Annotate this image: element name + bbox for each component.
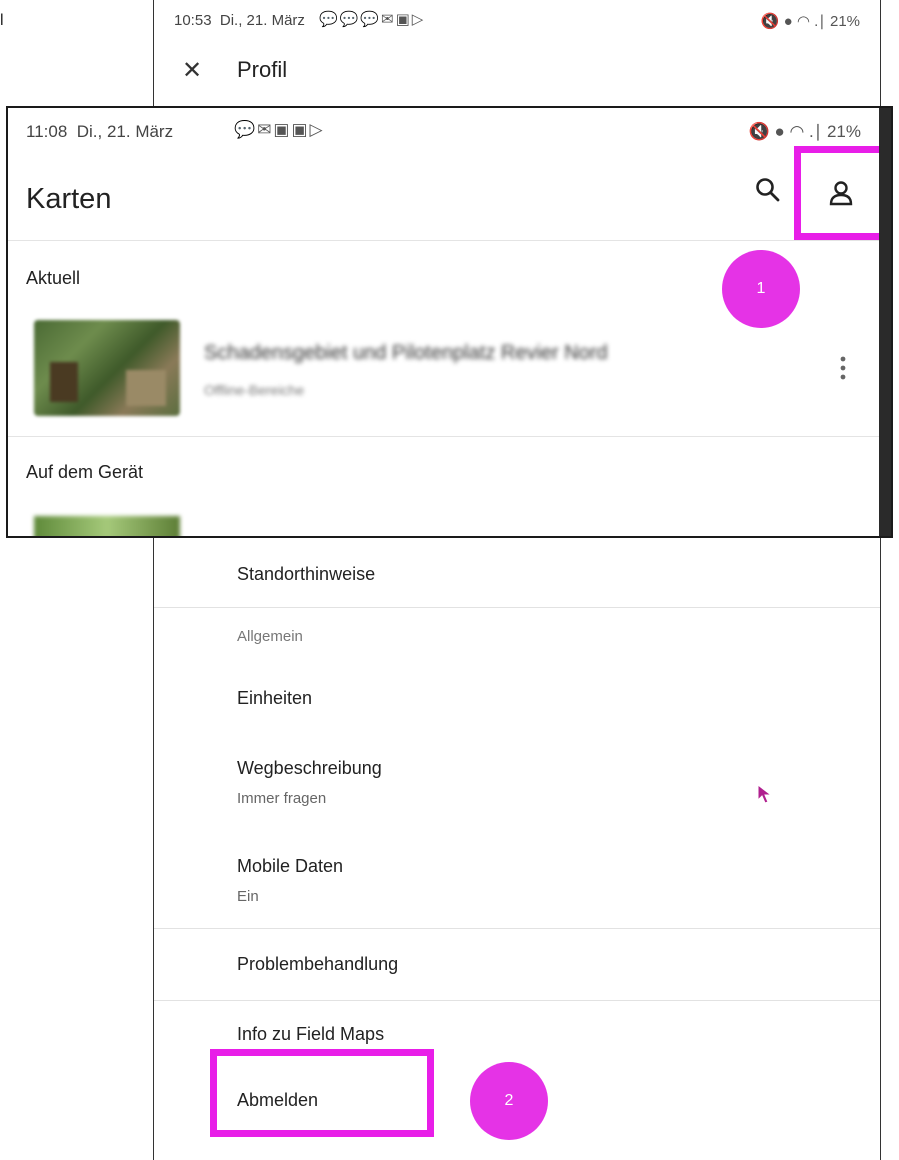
settings-item-value: Immer fragen — [237, 790, 327, 807]
settings-item-label: Einheiten — [237, 688, 313, 708]
profil-header: ✕ Profil — [154, 46, 880, 100]
account-icon — [829, 181, 853, 206]
map-title: Schadensgebiet und Pilotenplatz Revier N… — [204, 342, 608, 364]
status-indicators: 🔇 ● ◠ .∣ 21% — [748, 122, 861, 141]
divider — [154, 928, 880, 929]
settings-item-einheiten[interactable]: Einheiten — [154, 688, 880, 728]
divider — [154, 1000, 880, 1001]
account-button[interactable] — [794, 146, 888, 240]
notification-icons: 💬💬💬✉▣▷ — [319, 11, 426, 28]
search-icon[interactable] — [754, 176, 782, 204]
map-thumbnail — [34, 320, 180, 416]
section-header-allgemein: Allgemein — [237, 628, 303, 645]
settings-item-label: Standorthinweise — [237, 564, 376, 584]
window-edge — [879, 108, 891, 536]
section-header-aktuell: Aktuell — [26, 268, 81, 288]
settings-item-label: Wegbeschreibung — [237, 758, 382, 778]
status-time: 11:08 Di., 21. März — [26, 122, 174, 141]
status-time: 10:53 Di., 21. März — [174, 12, 305, 29]
mouse-cursor-icon — [757, 783, 773, 804]
settings-item-value: Ein — [237, 888, 259, 905]
page-title: Profil — [237, 57, 288, 82]
settings-item-label: Info zu Field Maps — [237, 1024, 385, 1044]
karten-screen: 11:08 Di., 21. März 💬✉▣▣▷ 🔇 ● ◠ .∣ 21% K… — [6, 106, 893, 538]
highlight-box-logout — [210, 1049, 434, 1137]
settings-item-label: Mobile Daten — [237, 856, 344, 876]
divider — [8, 240, 891, 241]
settings-item-mobile-daten[interactable]: Mobile Daten Ein — [154, 856, 880, 920]
settings-item-standorthinweise[interactable]: Standorthinweise — [154, 564, 880, 608]
map-subtitle: Offline-Bereiche — [204, 382, 305, 398]
edge-label: l — [0, 12, 4, 29]
page-title: Karten — [26, 183, 112, 215]
map-thumbnail[interactable] — [34, 516, 180, 536]
status-indicators: 🔇 ● ◠ .∣ 21% — [760, 13, 860, 30]
divider — [154, 607, 880, 608]
status-bar: 10:53 Di., 21. März 💬💬💬✉▣▷ 🔇 ● ◠ .∣ 21% — [154, 8, 880, 36]
step-badge-1: 1 — [722, 250, 800, 328]
section-header-auf-dem-geraet: Auf dem Gerät — [26, 462, 144, 482]
settings-item-label: Problembehandlung — [237, 954, 399, 974]
notification-icons: 💬✉▣▣▷ — [234, 120, 325, 139]
divider — [8, 436, 891, 437]
close-icon[interactable]: ✕ — [182, 56, 202, 85]
more-vert-icon[interactable] — [838, 354, 848, 382]
settings-item-problembehandlung[interactable]: Problembehandlung — [154, 954, 880, 994]
status-bar: 11:08 Di., 21. März 💬✉▣▣▷ 🔇 ● ◠ .∣ 21% — [8, 118, 891, 148]
step-badge-2: 2 — [470, 1062, 548, 1140]
